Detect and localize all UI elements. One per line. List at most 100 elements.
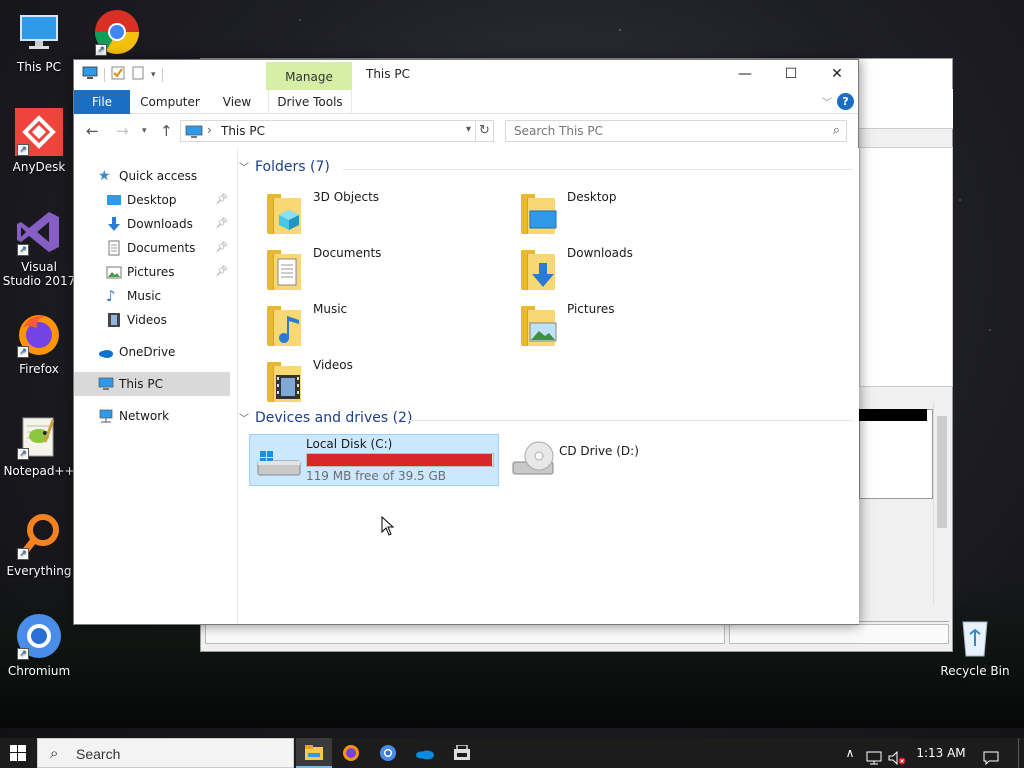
tab-computer[interactable]: Computer	[136, 90, 204, 114]
show-desktop-button[interactable]	[1018, 738, 1024, 768]
drive-tile-cd-drive-d[interactable]: CD Drive (D:)	[503, 434, 753, 486]
tab-file[interactable]: File	[74, 90, 130, 114]
desktop-icon-firefox[interactable]: ↗ Firefox	[1, 310, 77, 376]
close-button[interactable]: ✕	[814, 60, 860, 90]
help-button[interactable]: ?	[837, 93, 854, 110]
folder-icon	[517, 244, 565, 292]
tab-manage[interactable]: Manage	[266, 62, 352, 90]
customize-qat-chevron-icon[interactable]: ▾	[151, 70, 156, 80]
address-bar[interactable]: › This PC ▾	[180, 120, 476, 142]
address-dropdown-icon[interactable]: ▾	[466, 124, 471, 135]
recent-locations-chevron-icon[interactable]: ▾	[142, 126, 147, 136]
desktop-icon-label: Chromium	[7, 664, 71, 678]
sidebar-item-label: Music	[127, 289, 162, 303]
group-header-folders[interactable]: ﹀ Folders (7)	[239, 159, 330, 175]
tab-view[interactable]: View	[214, 90, 260, 114]
folder-tile-3d-objects[interactable]: 3D Objects	[255, 184, 509, 240]
collapse-chevron-icon[interactable]: ﹀	[239, 159, 255, 174]
taskbar-search-box[interactable]: ⌕ Search	[37, 738, 294, 768]
desktop-icon-anydesk[interactable]: ↗ AnyDesk	[1, 108, 77, 174]
notification-center-icon[interactable]	[976, 738, 1006, 768]
desktop-icon-this-pc[interactable]: This PC	[1, 8, 77, 74]
search-box[interactable]: ⌕	[505, 120, 847, 142]
sidebar-item-desktop[interactable]: Desktop 📌︎	[74, 188, 230, 212]
minimize-button[interactable]: —	[722, 60, 768, 90]
breadcrumb-separator-icon[interactable]: ›	[207, 123, 212, 137]
film-icon	[276, 375, 300, 399]
sidebar-item-label: Documents	[127, 241, 196, 255]
maximize-button[interactable]: ☐	[768, 60, 814, 90]
folder-tile-documents[interactable]: Documents	[255, 240, 509, 296]
taskbar-firefox[interactable]	[333, 738, 369, 768]
document-icon	[277, 258, 297, 286]
sidebar-item-quick-access[interactable]: ★ Quick access	[74, 164, 230, 188]
pin-icon[interactable]: 📌︎	[215, 236, 228, 260]
sidebar-item-network[interactable]: Network	[74, 404, 230, 428]
desktop-icon-chromium[interactable]: ↗ Chromium	[1, 612, 77, 678]
properties-icon[interactable]	[111, 66, 125, 83]
up-arrow-icon[interactable]: ↑	[160, 122, 173, 140]
desktop-icon-visual-studio[interactable]: ↗ Visual Studio 2017	[1, 208, 77, 288]
volume-muted-icon[interactable]	[886, 738, 908, 768]
collapse-chevron-icon[interactable]: ﹀	[239, 410, 255, 425]
window-monitor-icon[interactable]	[82, 66, 98, 83]
taskbar-chromium[interactable]	[370, 738, 406, 768]
desktop-icon-notepadpp[interactable]: ↗ Notepad++	[1, 412, 77, 478]
folder-tile-videos[interactable]: Videos	[255, 352, 509, 408]
new-folder-icon[interactable]	[131, 66, 145, 83]
desktop-icon-label: Notepad++	[3, 464, 75, 478]
taskbar: ⌕ Search ∧ 1:13 AM	[0, 738, 1024, 768]
folder-name: Pictures	[567, 302, 615, 316]
group-header-devices[interactable]: ﹀ Devices and drives (2)	[239, 410, 412, 426]
anydesk-icon: ↗	[15, 108, 63, 156]
sidebar-item-music[interactable]: ♪ Music	[74, 284, 230, 308]
drive-tile-local-disk-c[interactable]: Local Disk (C:) 119 MB free of 39.5 GB	[249, 434, 499, 486]
scrollbar-thumb[interactable]	[937, 416, 947, 528]
film-icon	[106, 312, 122, 328]
folder-tile-pictures[interactable]: Pictures	[509, 296, 763, 352]
sidebar-item-pictures[interactable]: Pictures 📌︎	[74, 260, 230, 284]
sidebar-item-videos[interactable]: Videos	[74, 308, 230, 332]
pin-icon[interactable]: 📌︎	[215, 188, 228, 212]
sidebar-item-label: Downloads	[127, 217, 193, 231]
pin-icon[interactable]: 📌︎	[215, 212, 228, 236]
clock[interactable]: 1:13 AM	[912, 738, 970, 768]
folder-icon	[517, 300, 565, 348]
folder-tile-desktop[interactable]: Desktop	[509, 184, 763, 240]
shortcut-arrow-icon: ↗	[17, 648, 29, 660]
expand-ribbon-chevron-icon[interactable]: ﹀	[822, 94, 832, 109]
taskbar-file-explorer[interactable]	[296, 738, 332, 768]
navigation-pane: ★ Quick access Desktop 📌︎ Downloads 📌︎ D…	[74, 148, 238, 624]
drive-name: CD Drive (D:)	[559, 444, 639, 458]
quick-access-toolbar: ▾	[82, 66, 163, 83]
tab-drive-tools[interactable]: Drive Tools	[268, 90, 352, 114]
sidebar-item-documents[interactable]: Documents 📌︎	[74, 236, 230, 260]
folder-tile-music[interactable]: Music	[255, 296, 509, 352]
desktop-icon-chrome[interactable]: ↗	[79, 8, 155, 60]
network-status-icon[interactable]	[863, 738, 885, 768]
download-arrow-icon	[532, 263, 554, 287]
search-input[interactable]	[514, 121, 814, 141]
background-window-scrollbar[interactable]	[933, 402, 949, 604]
drive-usage-fill	[307, 454, 493, 466]
drive-usage-bar	[306, 453, 494, 467]
back-arrow-icon[interactable]: ←	[86, 122, 99, 140]
sidebar-item-this-pc[interactable]: This PC	[74, 372, 230, 396]
breadcrumb-this-pc[interactable]: This PC	[221, 124, 265, 138]
cd-drive-icon	[509, 440, 557, 480]
network-icon	[98, 408, 114, 424]
title-bar: ▾ Manage This PC — ☐ ✕	[74, 60, 858, 90]
forward-arrow-icon[interactable]: →	[116, 122, 129, 140]
show-hidden-icons-chevron-icon[interactable]: ∧	[840, 738, 860, 768]
start-button[interactable]	[0, 738, 36, 768]
sidebar-item-onedrive[interactable]: OneDrive	[74, 340, 230, 364]
taskbar-onedrive[interactable]	[407, 738, 443, 768]
desktop-icon-everything[interactable]: ↗ Everything	[1, 512, 77, 578]
pin-icon[interactable]: 📌︎	[215, 260, 228, 284]
sidebar-item-downloads[interactable]: Downloads 📌︎	[74, 212, 230, 236]
folder-tile-downloads[interactable]: Downloads	[509, 240, 763, 296]
taskbar-store[interactable]	[444, 738, 480, 768]
firefox-icon: ↗	[15, 310, 63, 358]
refresh-icon[interactable]: ↻	[476, 120, 494, 142]
group-header-label: Folders (7)	[255, 159, 330, 175]
